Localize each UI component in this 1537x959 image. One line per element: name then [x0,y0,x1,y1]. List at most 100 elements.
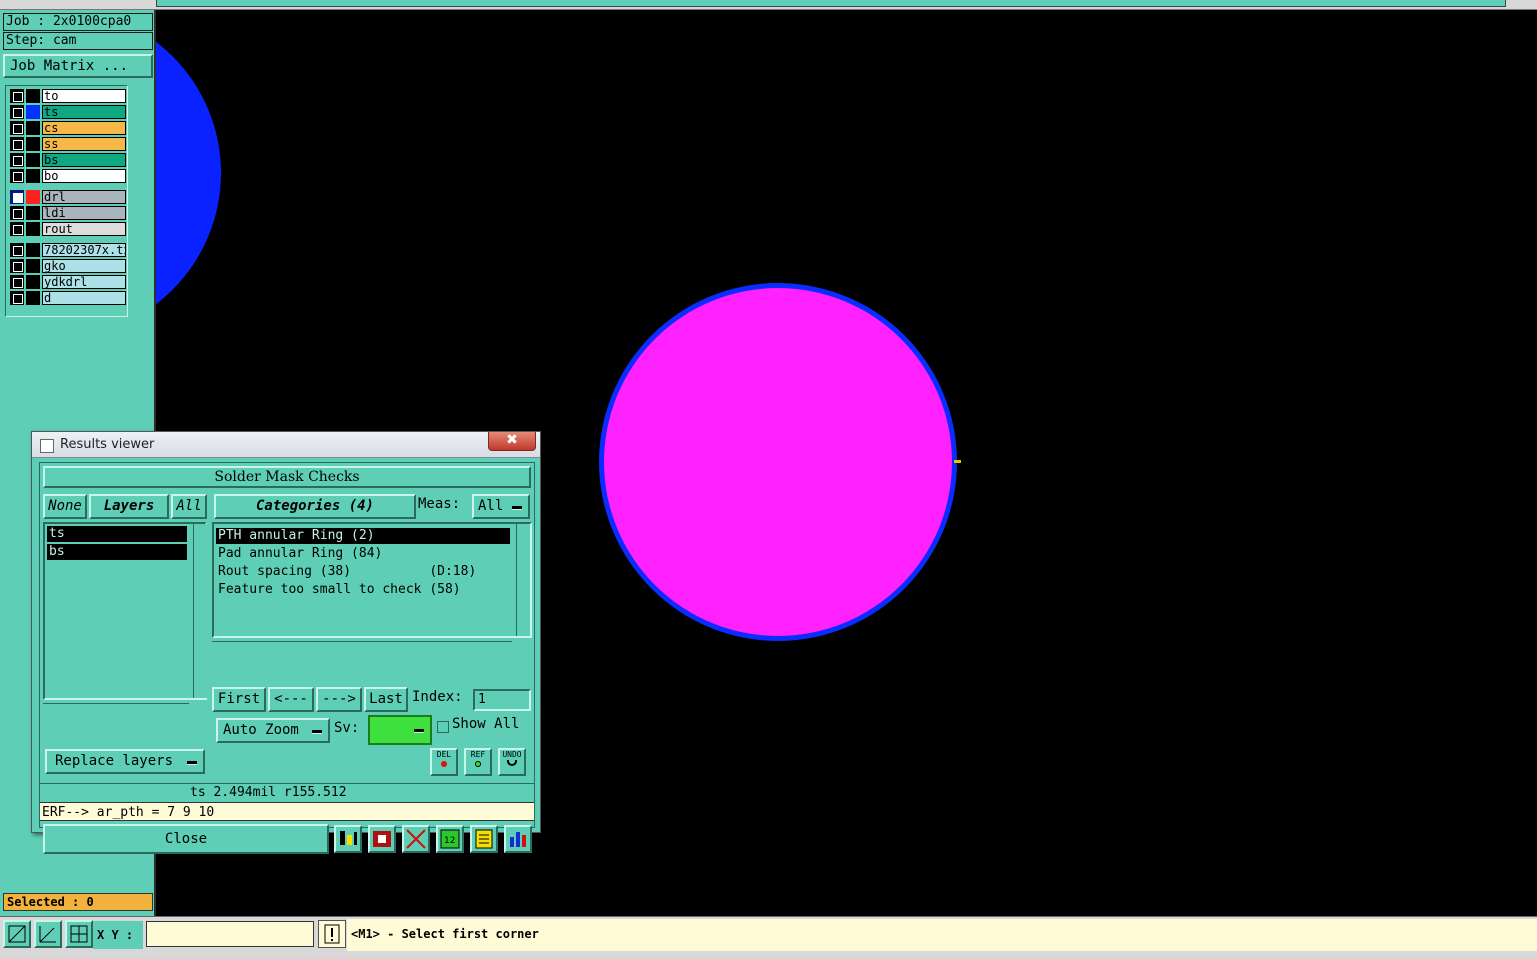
layer-row-d[interactable]: d [9,290,127,306]
delete-icon[interactable]: DEL [430,748,458,776]
layers-button[interactable]: Layers [89,494,169,519]
replace-layers-dropdown[interactable]: Replace layers [45,749,205,774]
job-name: Job : 2x0100cpa0 [3,13,153,31]
layer-row-ldi[interactable]: ldi [9,205,127,221]
show-all-checkbox[interactable] [437,721,449,733]
measure-icon[interactable] [34,920,62,948]
layer-name: bs [42,153,126,167]
horizontal-scrollbar[interactable] [212,641,512,653]
chevron-down-icon [312,730,322,733]
dialog-titlebar[interactable]: Results viewer ✖ [32,432,540,458]
layer-checkbox[interactable] [10,275,24,289]
layer-checkbox[interactable] [10,206,24,220]
highlight-icon[interactable] [334,825,362,853]
layer-row-ydkdrl[interactable]: ydkdrl [9,274,127,290]
categories-list[interactable]: PTH annular Ring (2) Pad annular Ring (8… [212,522,532,638]
selected-count: Selected : 0 [3,893,153,911]
prev-button[interactable]: <--- [268,687,314,712]
layer-row-ts[interactable]: ts [9,104,127,120]
first-button[interactable]: First [212,687,266,712]
xy-input[interactable] [146,921,314,947]
sv-color-dropdown[interactable] [368,715,432,745]
index-input[interactable]: 1 [473,689,531,711]
auto-zoom-value: Auto Zoom [223,722,299,738]
meas-dropdown[interactable]: All [472,494,530,519]
measurement-status: ts 2.494mil r155.512 [40,783,534,801]
horizontal-scrollbar[interactable] [43,703,189,715]
close-button[interactable]: Close [43,824,329,854]
layer-swatch [26,121,40,135]
histogram-icon[interactable] [504,825,532,853]
layer-row-rout[interactable]: rout [9,221,127,237]
reference-icon[interactable]: REF [464,748,492,776]
meas-value: All [478,498,504,514]
layer-checkbox[interactable] [10,190,24,204]
layer-row-gko[interactable]: gko [9,258,127,274]
layer-swatch [26,89,40,103]
list-item[interactable]: bs [47,544,187,560]
all-layers-button[interactable]: All [171,494,207,519]
undo-icon[interactable]: UNDO [498,748,526,776]
layer-name: ts [42,105,126,119]
layer-row-ss[interactable]: ss [9,136,127,152]
grid-icon[interactable] [65,920,93,948]
pth-pad-fill[interactable] [604,288,952,636]
layer-checkbox[interactable] [10,153,24,167]
list-item[interactable]: Feature too small to check (58) [216,582,510,598]
layer-checkbox[interactable] [10,243,24,257]
layer-checkbox[interactable] [10,137,24,151]
layer-swatch [26,153,40,167]
layer-swatch [26,206,40,220]
last-button[interactable]: Last [364,687,408,712]
index-label: Index: [412,689,463,705]
vertical-scrollbar[interactable] [193,524,207,698]
report-icon[interactable] [368,825,396,853]
none-button[interactable]: None [43,494,87,519]
alert-glyph [324,924,340,944]
list-item[interactable]: Pad annular Ring (84) [216,546,510,562]
status-prompt: <M1> - Select first corner [347,919,1537,951]
layer-row-bo[interactable]: bo [9,168,127,184]
layer-swatch [26,169,40,183]
notes-icon[interactable] [470,825,498,853]
partial-blue-pad[interactable] [156,10,221,338]
job-matrix-button[interactable]: Job Matrix ... [3,54,153,78]
close-icon[interactable]: ✖ [488,432,536,451]
layer-row-78202307x[interactable]: 78202307x.tx [9,242,127,258]
layer-name: drl [42,190,126,204]
results-viewer-dialog: Results viewer ✖ Solder Mask Checks None… [31,431,541,854]
list-item[interactable]: Rout spacing (38) (D:18) [216,564,510,580]
report-glyph [373,831,391,847]
layer-checkbox[interactable] [10,259,24,273]
vertical-scrollbar[interactable] [516,524,530,636]
list-item[interactable]: PTH annular Ring (2) [216,528,510,544]
counter-icon[interactable]: 12 [436,825,464,853]
list-item[interactable]: ts [47,526,187,542]
layer-checkbox[interactable] [10,121,24,135]
xy-label: X Y : [93,921,143,949]
layer-checkbox[interactable] [10,169,24,183]
layer-row-cs[interactable]: cs [9,120,127,136]
layer-checkbox[interactable] [10,291,24,305]
layer-results-list[interactable]: ts bs [43,522,207,700]
top-scroll-strip[interactable] [156,0,1506,7]
undo-label: UNDO [502,750,522,759]
chevron-down-icon [512,506,522,509]
layer-swatch [26,137,40,151]
red-dot-icon [441,761,447,767]
alert-icon[interactable] [318,920,346,948]
ref-label: REF [470,750,486,759]
layer-swatch [26,275,40,289]
layer-checkbox[interactable] [10,105,24,119]
layer-name: d [42,291,126,305]
layer-checkbox[interactable] [10,89,24,103]
layer-checkbox[interactable] [10,222,24,236]
clear-icon[interactable] [402,825,430,853]
zoom-area-icon[interactable] [3,920,31,948]
categories-button[interactable]: Categories (4) [214,494,416,519]
layer-row-to[interactable]: to [9,88,127,104]
next-button[interactable]: ---> [316,687,362,712]
layer-row-drl[interactable]: drl [9,189,127,205]
auto-zoom-dropdown[interactable]: Auto Zoom [216,718,330,743]
layer-row-bs[interactable]: bs [9,152,127,168]
